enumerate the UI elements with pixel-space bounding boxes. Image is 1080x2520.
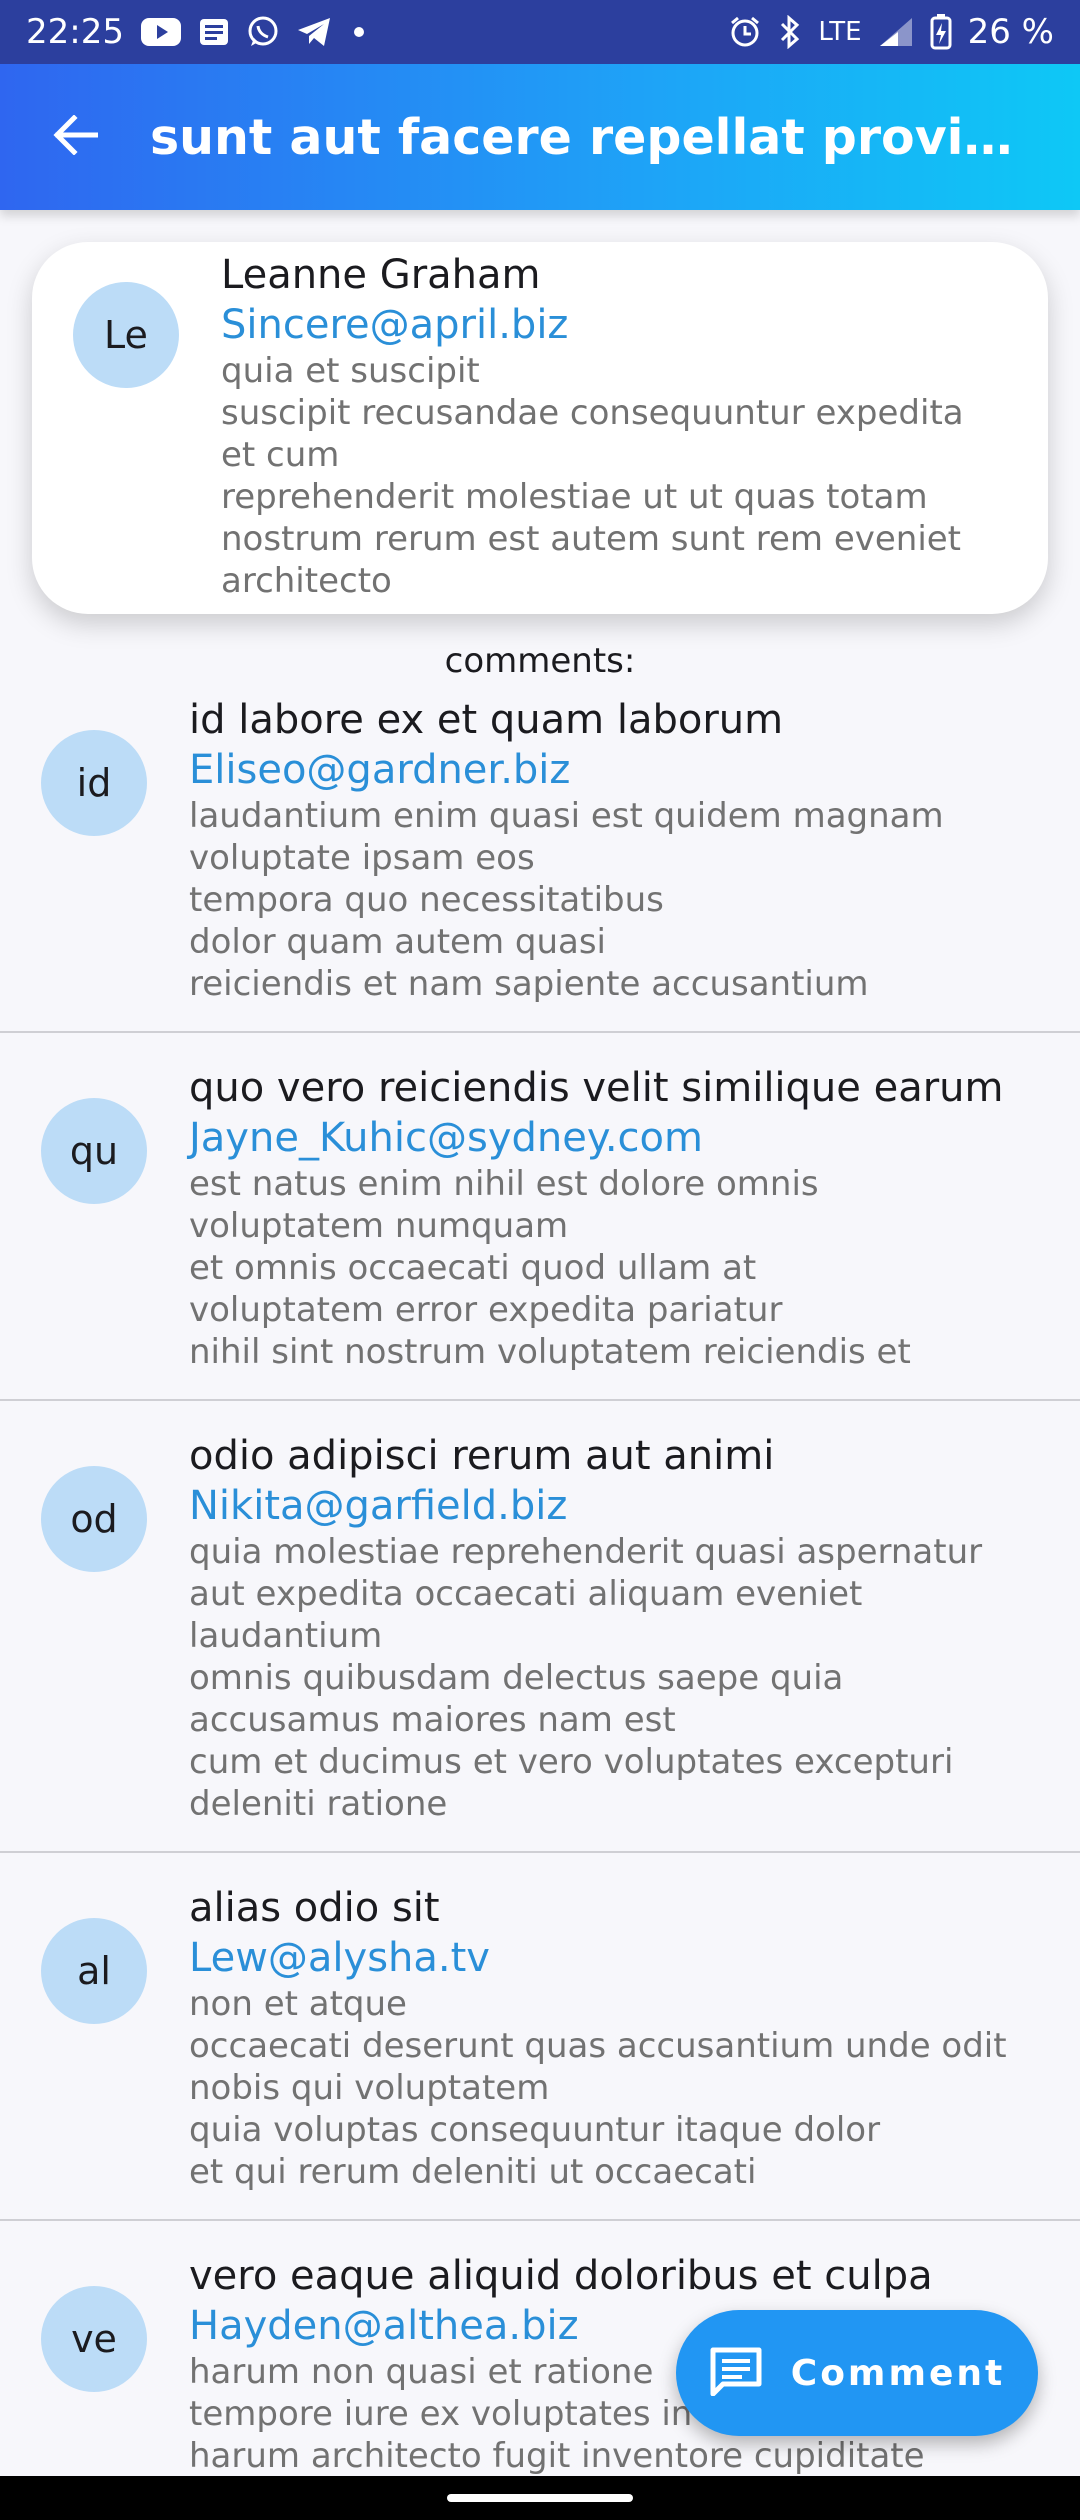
- comments-list[interactable]: id id labore ex et quam laborum Eliseo@g…: [0, 695, 1080, 2520]
- back-button[interactable]: [0, 64, 150, 210]
- comment-icon: [709, 2346, 763, 2400]
- bluetooth-icon: [778, 15, 802, 49]
- comment-title: odio adipisci rerum aut animi: [189, 1433, 775, 1479]
- whatsapp-icon: [246, 15, 280, 49]
- avatar: od: [41, 1466, 147, 1572]
- battery-percent: 26 %: [967, 12, 1054, 52]
- avatar: Le: [73, 282, 179, 388]
- post-author-name: Leanne Graham: [221, 252, 541, 298]
- news-icon: [198, 17, 230, 47]
- app-bar: sunt aut facere repellat provident occae…: [0, 64, 1080, 210]
- comment-text: quia molestiae reprehenderit quasi asper…: [189, 1532, 983, 1824]
- comment-email[interactable]: Eliseo@gardner.biz: [189, 745, 1024, 795]
- post-author-email[interactable]: Sincere@april.biz: [221, 300, 992, 350]
- battery-charging-icon: [930, 14, 952, 50]
- comment-title: id labore ex et quam laborum: [189, 697, 784, 743]
- comment-button[interactable]: Comment: [676, 2310, 1038, 2436]
- list-item: id id labore ex et quam laborum Eliseo@g…: [0, 695, 1080, 1033]
- avatar: al: [41, 1918, 147, 2024]
- home-handle[interactable]: [447, 2494, 633, 2502]
- alarm-icon: [728, 15, 762, 49]
- comment-title: alias odio sit: [189, 1885, 440, 1931]
- comment-text: non et atque occaecati deserunt quas acc…: [189, 1984, 1007, 2192]
- list-item: od odio adipisci rerum aut animi Nikita@…: [0, 1401, 1080, 1853]
- post-text: quia et suscipit suscipit recusandae con…: [221, 351, 964, 601]
- avatar: ve: [41, 2286, 147, 2392]
- comment-email[interactable]: Nikita@garfield.biz: [189, 1481, 1024, 1531]
- telegram-icon: [296, 16, 332, 48]
- avatar: qu: [41, 1098, 147, 1204]
- status-bar: 22:25 LTE 26 %: [0, 0, 1080, 64]
- network-type: LTE: [818, 17, 862, 47]
- comment-email[interactable]: Lew@alysha.tv: [189, 1933, 1024, 1983]
- comments-heading: comments:: [444, 641, 636, 681]
- list-item: al alias odio sit Lew@alysha.tv non et a…: [0, 1853, 1080, 2221]
- navigation-bar: [0, 2476, 1080, 2520]
- avatar: id: [41, 730, 147, 836]
- youtube-icon: [140, 17, 182, 47]
- post-body: Leanne Graham Sincere@april.biz quia et …: [221, 250, 992, 602]
- signal-icon: [878, 16, 914, 48]
- post-card: Le Leanne Graham Sincere@april.biz quia …: [32, 242, 1048, 614]
- list-item: qu quo vero reiciendis velit similique e…: [0, 1033, 1080, 1401]
- comment-button-label: Comment: [790, 2352, 1006, 2394]
- page-title: sunt aut facere repellat provident occae…: [150, 108, 1080, 166]
- arrow-back-icon: [52, 114, 99, 159]
- dot-icon: [353, 27, 364, 37]
- comment-title: vero eaque aliquid doloribus et culpa: [189, 2253, 933, 2299]
- status-time: 22:25: [26, 12, 124, 52]
- comment-text: est natus enim nihil est dolore omnis vo…: [189, 1164, 911, 1372]
- comment-text: laudantium enim quasi est quidem magnam …: [189, 796, 944, 1004]
- comment-email[interactable]: Jayne_Kuhic@sydney.com: [189, 1113, 1024, 1163]
- comment-title: quo vero reiciendis velit similique earu…: [189, 1065, 1004, 1111]
